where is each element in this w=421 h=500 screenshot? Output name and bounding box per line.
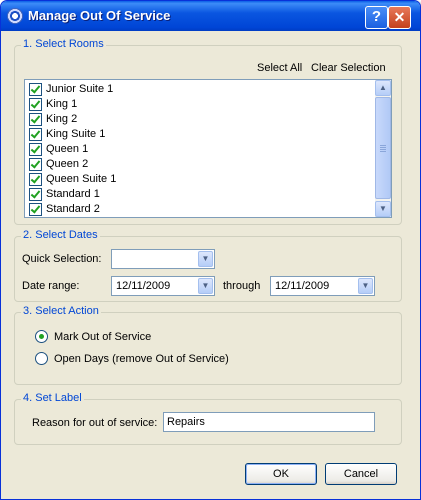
date-from-picker[interactable]: 12/11/2009 ▼ xyxy=(111,276,215,296)
room-checkbox[interactable] xyxy=(29,113,42,126)
room-label: Queen Suite 1 xyxy=(46,173,117,185)
manage-out-of-service-dialog: Manage Out Of Service ? ✕ 1. Select Room… xyxy=(0,0,421,500)
mark-out-of-service-radio[interactable] xyxy=(35,330,48,343)
help-button[interactable]: ? xyxy=(365,6,388,29)
quick-selection-dropdown[interactable]: ▼ xyxy=(111,249,215,269)
room-label: Standard 2 xyxy=(46,203,100,215)
room-label: Standard 1 xyxy=(46,188,100,200)
room-list-item[interactable]: King 1 xyxy=(25,97,371,112)
date-to-value: 12/11/2009 xyxy=(275,280,330,292)
quick-selection-label: Quick Selection: xyxy=(22,253,102,265)
date-range-label: Date range: xyxy=(22,280,80,292)
reason-label: Reason for out of service: xyxy=(32,417,158,429)
room-label: King 1 xyxy=(46,98,78,110)
room-label: King Suite 1 xyxy=(46,128,106,140)
through-label: through xyxy=(223,280,261,292)
scroll-thumb[interactable] xyxy=(375,97,391,199)
dropdown-arrow-icon[interactable]: ▼ xyxy=(198,251,213,267)
window-title: Manage Out Of Service xyxy=(28,8,171,23)
room-label: Queen 2 xyxy=(46,158,89,170)
scroll-up-icon[interactable]: ▲ xyxy=(375,80,391,96)
room-list-item[interactable]: Standard 2 xyxy=(25,202,371,217)
app-icon xyxy=(7,8,23,24)
mark-out-of-service-label[interactable]: Mark Out of Service xyxy=(54,331,151,343)
clear-selection-link[interactable]: Clear Selection xyxy=(311,62,386,74)
room-list-item[interactable]: King Suite 1 xyxy=(25,127,371,142)
scroll-down-icon[interactable]: ▼ xyxy=(375,201,391,217)
select-rooms-legend: 1. Select Rooms xyxy=(21,38,106,50)
room-checkbox[interactable] xyxy=(29,143,42,156)
cancel-button[interactable]: Cancel xyxy=(325,463,397,485)
open-days-radio[interactable] xyxy=(35,352,48,365)
title-bar[interactable]: Manage Out Of Service ? ✕ xyxy=(1,1,420,31)
reason-input[interactable]: Repairs xyxy=(163,412,375,432)
select-dates-legend: 2. Select Dates xyxy=(21,229,100,241)
room-list-item[interactable]: Queen 1 xyxy=(25,142,371,157)
room-checkbox[interactable] xyxy=(29,128,42,141)
room-list-item[interactable]: Junior Suite 1 xyxy=(25,82,371,97)
rooms-list[interactable]: Junior Suite 1 King 1 King 2 King Suite 1 Qu… xyxy=(24,79,392,218)
select-action-legend: 3. Select Action xyxy=(21,305,101,317)
ok-button[interactable]: OK xyxy=(245,463,317,485)
room-checkbox[interactable] xyxy=(29,173,42,186)
room-checkbox[interactable] xyxy=(29,188,42,201)
select-action-group: 3. Select Action xyxy=(14,305,402,385)
select-all-link[interactable]: Select All xyxy=(257,62,302,74)
room-checkbox[interactable] xyxy=(29,98,42,111)
room-list-item[interactable]: Standard 1 xyxy=(25,187,371,202)
set-label-legend: 4. Set Label xyxy=(21,392,84,404)
room-list-item[interactable]: King 2 xyxy=(25,112,371,127)
room-label: Junior Suite 1 xyxy=(46,83,114,95)
room-checkbox[interactable] xyxy=(29,158,42,171)
room-label: King 2 xyxy=(46,113,78,125)
calendar-dropdown-icon[interactable]: ▼ xyxy=(198,278,213,294)
room-list-item[interactable]: Queen 2 xyxy=(25,157,371,172)
date-from-value: 12/11/2009 xyxy=(116,280,171,292)
date-to-picker[interactable]: 12/11/2009 ▼ xyxy=(270,276,375,296)
room-checkbox[interactable] xyxy=(29,203,42,216)
calendar-dropdown-icon[interactable]: ▼ xyxy=(358,278,373,294)
open-days-label[interactable]: Open Days (remove Out of Service) xyxy=(54,353,229,365)
room-label: Queen 1 xyxy=(46,143,89,155)
close-button[interactable]: ✕ xyxy=(388,6,411,29)
room-checkbox[interactable] xyxy=(29,83,42,96)
rooms-scrollbar[interactable]: ▲ ▼ xyxy=(375,80,391,217)
room-list-item[interactable]: Queen Suite 1 xyxy=(25,172,371,187)
